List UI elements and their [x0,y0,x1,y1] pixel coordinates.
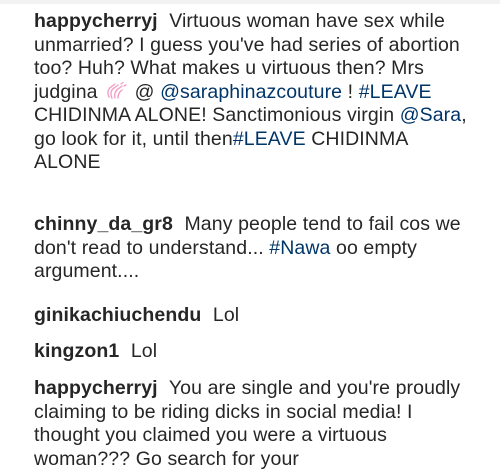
hashtag-link[interactable]: #LEAVE [233,128,306,150]
comment-item: ginikachiuchendu Lol [34,304,474,328]
comment-username[interactable]: kingzon1 [34,340,119,362]
comment-text: @ [134,80,155,103]
comment-username[interactable]: happycherryj [34,377,158,399]
comment-item: kingzon1 Lol [34,340,474,364]
mention-link[interactable]: @Sara [400,104,462,126]
comments-panel: happycherryj Virtuous woman have sex whi… [0,0,500,475]
divider [0,0,500,4]
comment-item: happycherryj You are single and you're p… [34,377,474,471]
comment-text: ! [347,80,354,103]
comment-text: CHIDINMA ALONE! Sanctimonious virgin [34,104,395,126]
comment-text: Lol [130,340,158,362]
mention-link[interactable]: @saraphinazcouture [160,81,342,103]
comment-item: happycherryj Virtuous woman have sex whi… [34,10,474,175]
hashtag-link[interactable]: #Nawa [269,237,330,259]
comment-username[interactable]: happycherryj [34,10,158,32]
comment-username[interactable]: ginikachiuchendu [34,304,201,326]
comment-text: Lol [212,304,240,326]
comment-username[interactable]: chinny_da_gr8 [34,213,173,235]
hashtag-link[interactable]: #LEAVE [359,81,432,103]
comment-item: chinny_da_gr8 Many people tend to fail c… [34,213,474,284]
clapping-hands-icon [105,81,127,100]
